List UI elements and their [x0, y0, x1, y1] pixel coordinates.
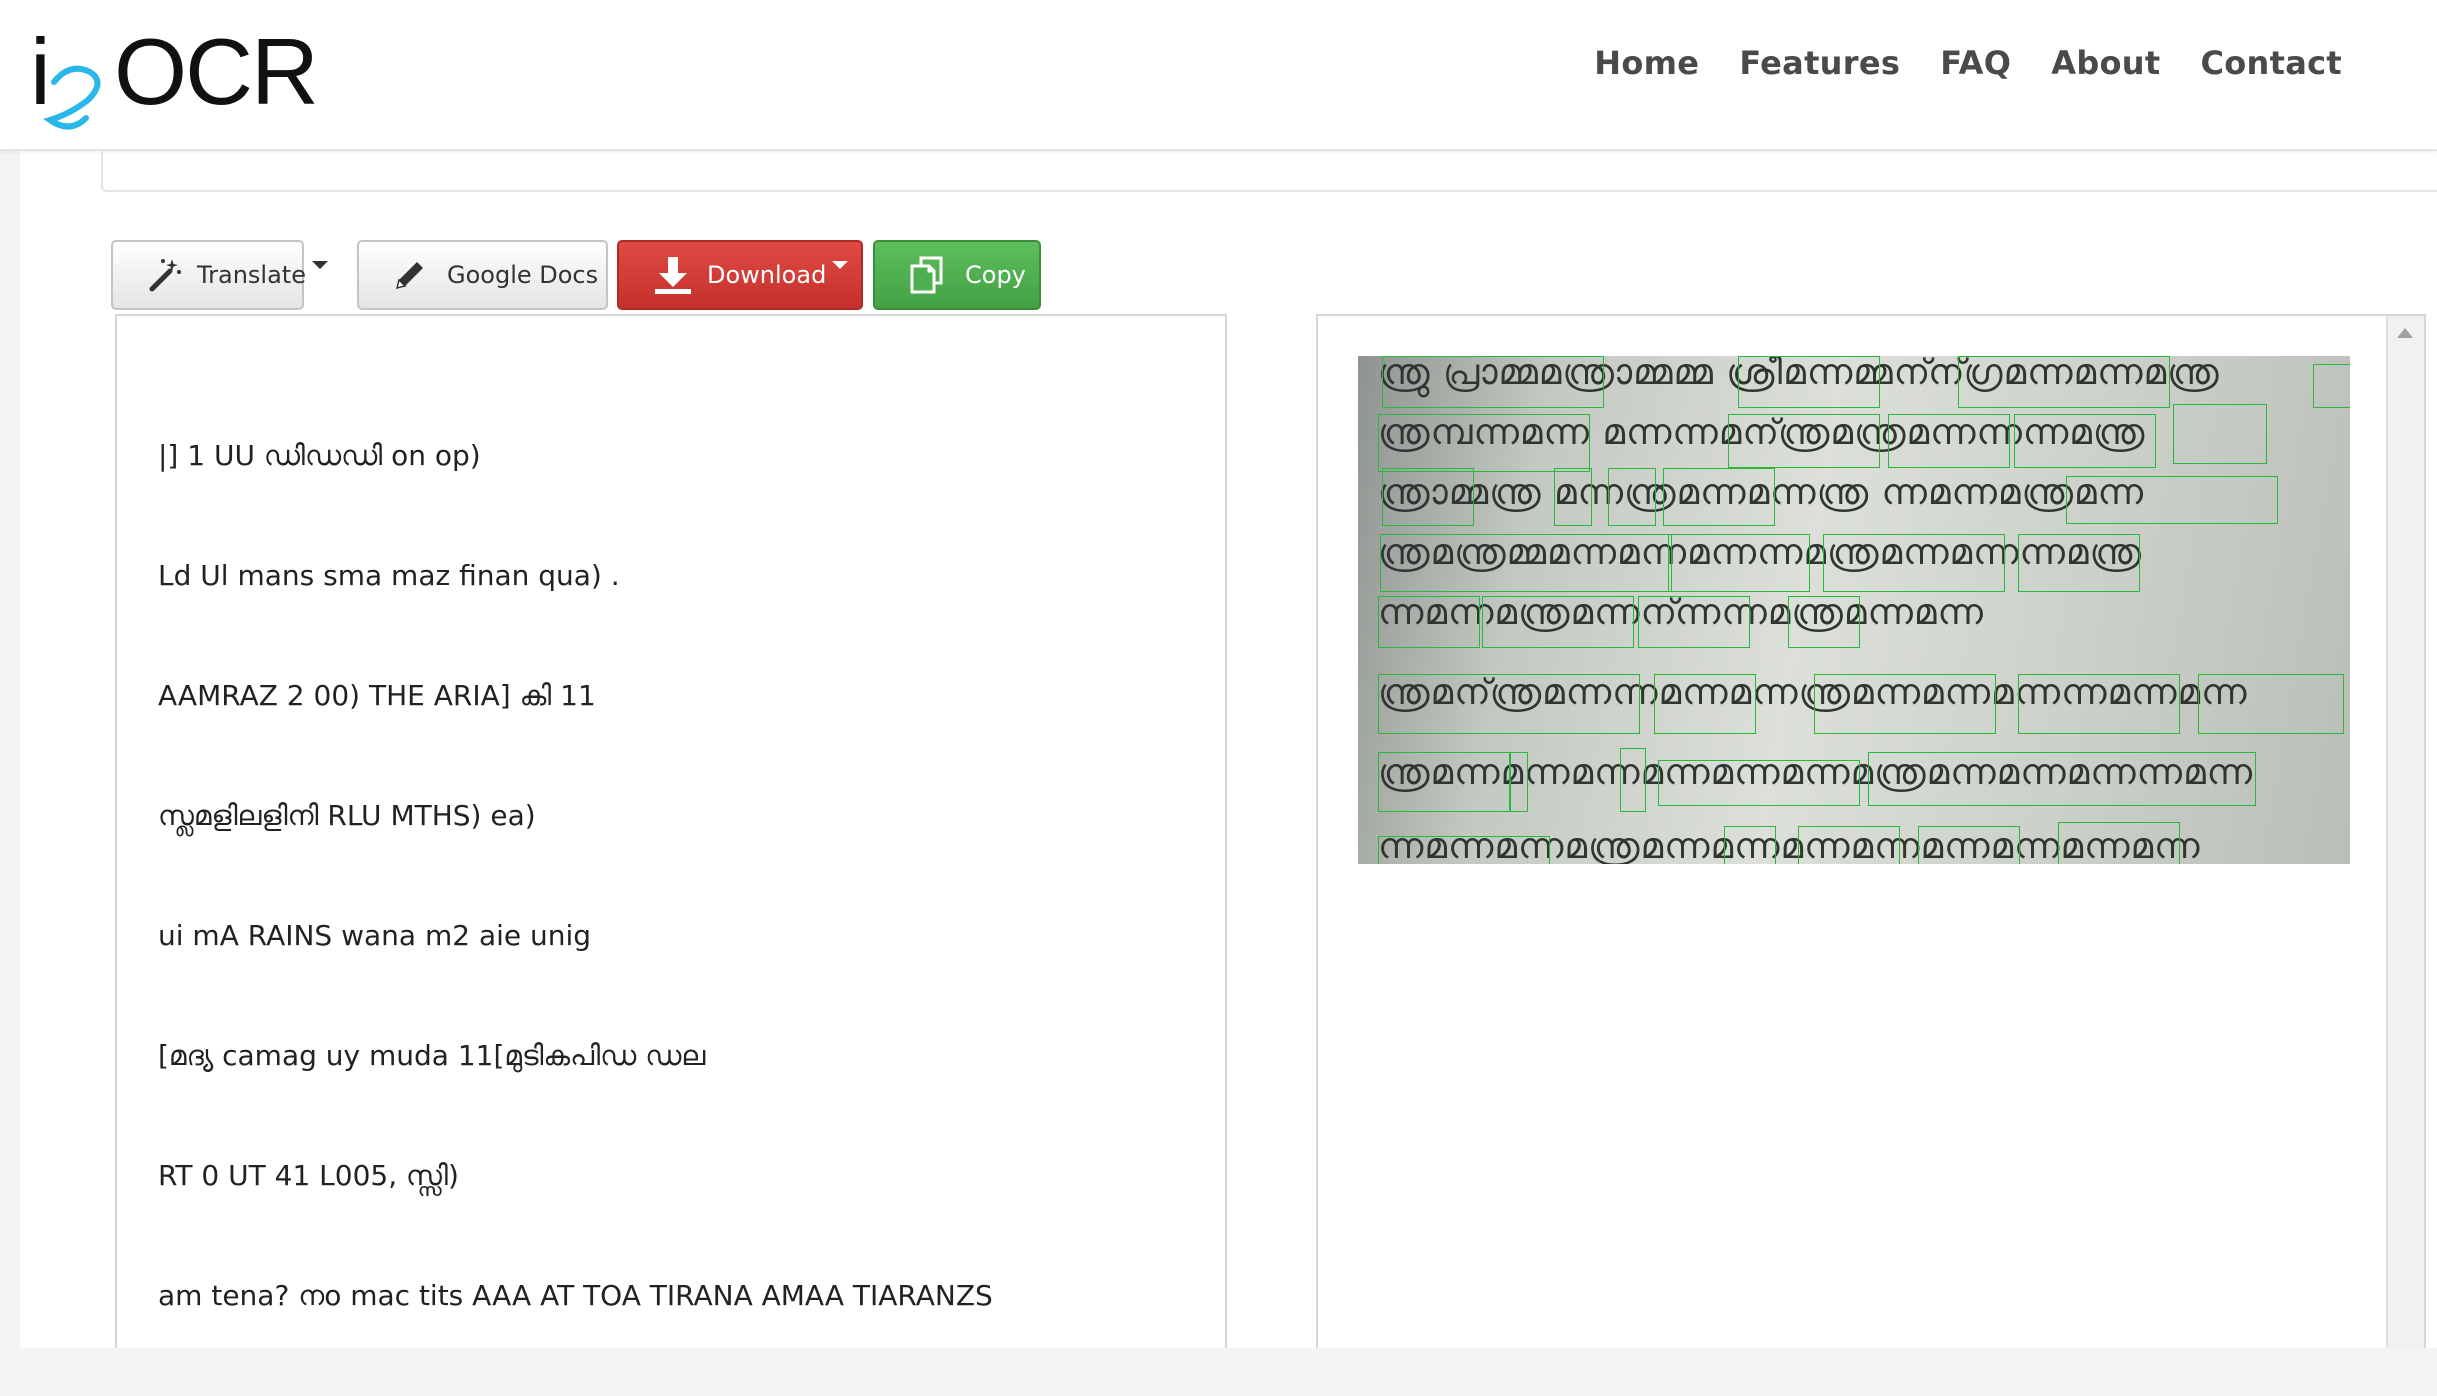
logo-ocr-text: OCR	[114, 19, 319, 124]
copy-label: Copy	[965, 261, 1026, 289]
translate-label: Translate	[197, 261, 306, 289]
ocr-line: Ld Ul mans sma maz finan qua) .	[158, 559, 620, 592]
ocr-line: ui mA RAINS wana m2 aie unig	[158, 919, 592, 952]
scanned-manuscript-image: ന്ത്രു പ്രാമ്മമന്ത്രാമ്മമ്മ ശ്രീമന്നമ്മന…	[1358, 356, 2350, 864]
top-box	[101, 150, 2437, 192]
copy-icon	[907, 255, 947, 295]
nav-features[interactable]: Features	[1739, 44, 1900, 82]
pencil-icon	[393, 258, 427, 292]
nav-contact[interactable]: Contact	[2200, 44, 2342, 82]
download-button[interactable]: Download	[617, 240, 863, 310]
nav-home[interactable]: Home	[1594, 44, 1699, 82]
download-arrow-icon	[653, 255, 693, 295]
ocr-line: സ്ലമളിലളിനി RLU MTHS) ea)	[158, 799, 536, 832]
logo[interactable]: i OCR	[26, 22, 319, 132]
chevron-down-icon	[311, 261, 328, 269]
ocr-text-lines: |] 1 UU ഡിഡഡി on op) Ld Ul mans sma maz …	[158, 356, 993, 1396]
ocr-line: AAMRAZ 2 00) THE ARIA] കി 11	[158, 679, 596, 712]
google-docs-button[interactable]: Google Docs	[357, 240, 608, 310]
logo-swirl-icon	[43, 65, 101, 130]
download-label: Download	[707, 261, 827, 289]
nav-about[interactable]: About	[2051, 44, 2160, 82]
magic-wand-icon	[146, 257, 182, 293]
image-preview-panel: ന്ത്രു പ്രാമ്മമന്ത്രാമ്മമ്മ ശ്രീമന്നമ്മന…	[1316, 314, 2426, 1348]
google-docs-label: Google Docs	[447, 261, 599, 289]
translate-button[interactable]: Translate	[111, 240, 328, 310]
ocr-text-panel[interactable]: |] 1 UU ഡിഡഡി on op) Ld Ul mans sma maz …	[115, 314, 1227, 1348]
copy-button[interactable]: Copy	[873, 240, 1041, 310]
ocr-line: am tena? നo mac tits AAA AT TOA TIRANA A…	[158, 1279, 993, 1312]
nav-faq[interactable]: FAQ	[1940, 44, 2011, 82]
ocr-line: RT 0 UT 41 L005, സ്സി)	[158, 1159, 459, 1192]
ocr-line: [മദ്യ camag uy muda 11[മുടികപിഡ ഡല	[158, 1039, 706, 1072]
scrollbar[interactable]	[2386, 316, 2424, 1348]
main-nav: Home Features FAQ About Contact	[1594, 44, 2342, 82]
chevron-down-icon	[832, 261, 849, 269]
site-header: i OCR Home Features FAQ About Contact	[0, 0, 2437, 151]
scroll-up-icon[interactable]	[2397, 328, 2413, 338]
ocr-line: |] 1 UU ഡിഡഡി on op)	[158, 439, 481, 472]
